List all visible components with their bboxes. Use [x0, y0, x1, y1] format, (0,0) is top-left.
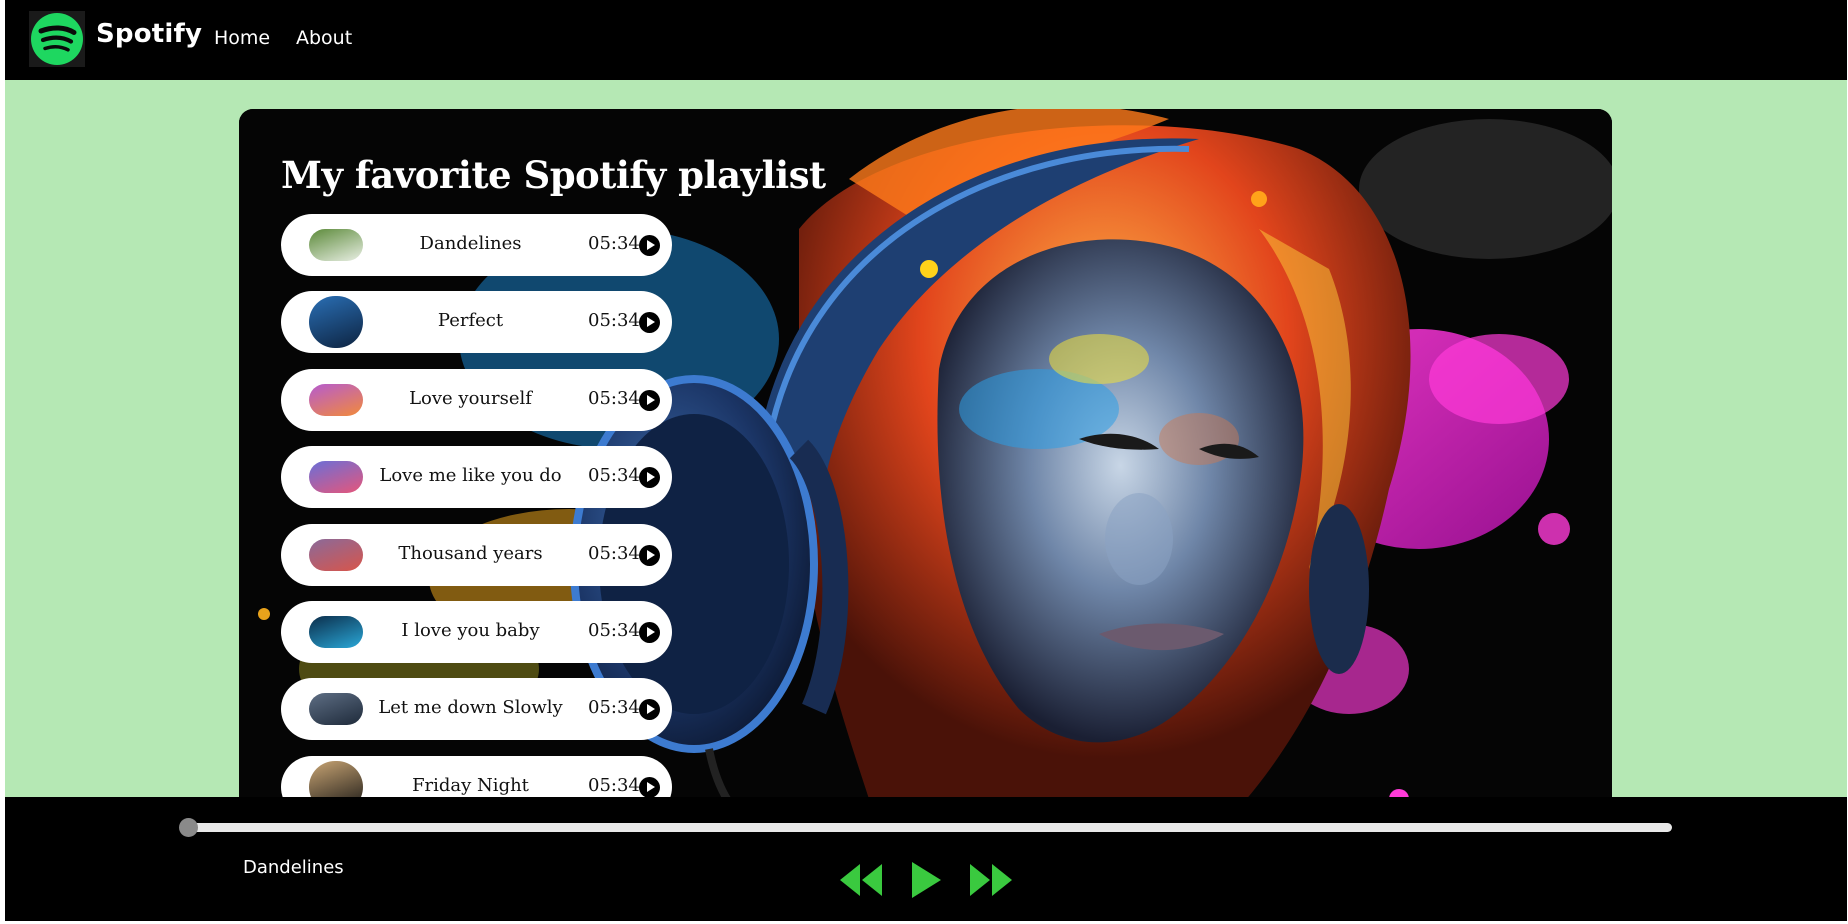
- song-item[interactable]: I love you baby 05:34: [281, 600, 672, 663]
- song-title: Perfect: [437, 310, 504, 332]
- spotify-logo-icon[interactable]: [29, 11, 85, 67]
- song-duration: 05:34: [588, 542, 640, 564]
- song-title: Friday Night: [412, 774, 529, 796]
- play-circle-icon[interactable]: [639, 621, 660, 643]
- rewind-icon[interactable]: [838, 860, 884, 900]
- song-cover-image: [309, 383, 363, 416]
- progress-bar[interactable]: [179, 818, 1672, 837]
- song-cover-image: [309, 296, 363, 349]
- navbar: Spotify Home About: [5, 0, 1847, 80]
- nav-link-home[interactable]: Home: [214, 27, 270, 49]
- song-duration: 05:34: [588, 619, 640, 641]
- play-circle-icon[interactable]: [639, 544, 660, 566]
- song-item[interactable]: Love me like you do 05:34: [281, 446, 672, 509]
- song-cover-image: [309, 693, 363, 726]
- song-duration: 05:34: [588, 697, 640, 719]
- song-duration: 05:34: [588, 310, 640, 332]
- nav-link-about[interactable]: About: [296, 27, 352, 49]
- song-duration: 05:34: [588, 774, 640, 796]
- playlist-card: My favorite Spotify playlist Dandelines …: [239, 109, 1612, 829]
- play-icon[interactable]: [909, 860, 943, 900]
- song-duration: 05:34: [588, 465, 640, 487]
- play-circle-icon[interactable]: [639, 776, 660, 798]
- progress-handle[interactable]: [179, 818, 198, 837]
- song-title: Love me like you do: [379, 465, 562, 487]
- play-circle-icon[interactable]: [639, 699, 660, 721]
- song-item[interactable]: Love yourself 05:34: [281, 368, 672, 431]
- play-circle-icon[interactable]: [639, 389, 660, 411]
- app-frame: Spotify Home About My favorite Spotify p…: [5, 0, 1847, 924]
- song-title: I love you baby: [401, 619, 540, 641]
- now-playing-title: Dandelines: [243, 857, 344, 878]
- play-circle-icon[interactable]: [639, 312, 660, 334]
- song-item[interactable]: Dandelines 05:34: [281, 214, 672, 276]
- player-bar: Dandelines: [5, 797, 1847, 921]
- song-cover-image: [309, 461, 363, 494]
- song-cover-image: [309, 229, 363, 261]
- song-duration: 05:34: [588, 387, 640, 409]
- playlist-title: My favorite Spotify playlist: [281, 153, 826, 197]
- play-circle-icon[interactable]: [639, 235, 660, 256]
- fast-forward-icon[interactable]: [968, 860, 1014, 900]
- song-title: Dandelines: [419, 233, 522, 254]
- song-title: Thousand years: [398, 542, 543, 564]
- song-title: Let me down Slowly: [378, 697, 563, 719]
- brand-name[interactable]: Spotify: [96, 19, 202, 49]
- song-list: Dandelines 05:34 Perfect 05:34 Love your…: [281, 214, 672, 829]
- song-cover-image: [309, 615, 363, 648]
- song-title: Love yourself: [409, 387, 532, 409]
- song-item[interactable]: Thousand years 05:34: [281, 523, 672, 586]
- song-duration: 05:34: [588, 233, 640, 254]
- song-item[interactable]: Perfect 05:34: [281, 291, 672, 354]
- song-cover-image: [309, 538, 363, 571]
- play-circle-icon[interactable]: [639, 467, 660, 489]
- song-item[interactable]: Let me down Slowly 05:34: [281, 678, 672, 741]
